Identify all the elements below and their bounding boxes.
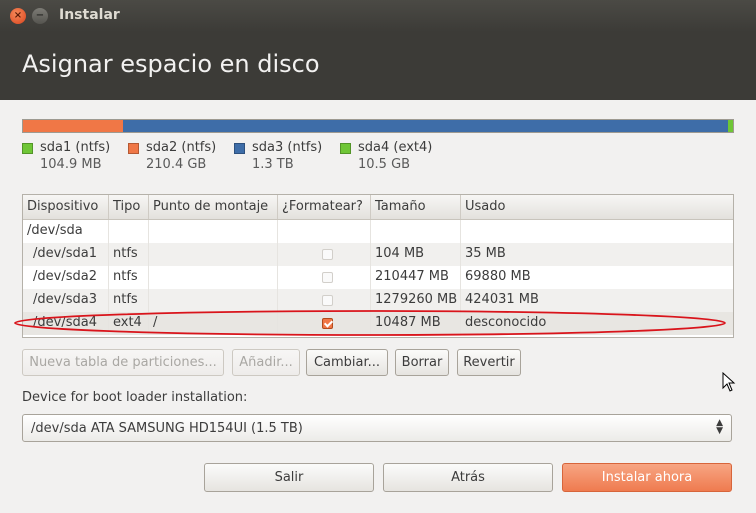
- cell-format: [278, 243, 371, 266]
- cell-format: [278, 266, 371, 289]
- legend-swatch: [234, 143, 245, 154]
- column-header-mount[interactable]: Punto de montaje: [149, 195, 278, 219]
- cell-device: /dev/sda3: [23, 289, 109, 312]
- revert-button[interactable]: Revertir: [457, 349, 521, 376]
- column-header-format[interactable]: ¿Formatear?: [278, 195, 371, 219]
- cell-mount: [149, 266, 278, 289]
- cell-size: 104 MB: [371, 243, 461, 266]
- partition-segment-sda4: [728, 120, 733, 132]
- legend-name: sda1 (ntfs): [40, 140, 111, 155]
- cell-type: ntfs: [109, 243, 149, 266]
- arrow-down-icon: ▼: [716, 426, 723, 436]
- cell-device: /dev/sda2: [23, 266, 109, 289]
- table-row[interactable]: /dev/sda3 ntfs 1279260 MB 424031 MB: [23, 289, 733, 312]
- column-header-device[interactable]: Dispositivo: [23, 195, 109, 219]
- cell-size: [371, 220, 461, 243]
- window-titlebar: × − Instalar: [0, 0, 756, 32]
- cell-used: desconocido: [465, 315, 547, 330]
- cell-used: 69880 MB: [465, 269, 531, 284]
- legend-size: 104.9 MB: [40, 157, 102, 172]
- partition-table: Dispositivo Tipo Punto de montaje ¿Forma…: [22, 194, 734, 338]
- legend-name: sda3 (ntfs): [252, 140, 323, 155]
- cell-mount: [149, 243, 278, 266]
- partition-bar: [22, 119, 734, 133]
- bootloader-device-select[interactable]: /dev/sda ATA SAMSUNG HD154UI (1.5 TB) ▲ …: [22, 414, 732, 442]
- minimize-window-icon[interactable]: −: [32, 8, 48, 24]
- delete-partition-button[interactable]: Borrar: [395, 349, 449, 376]
- cell-format: [278, 312, 371, 335]
- cell-size: 10487 MB: [371, 312, 461, 335]
- window-title: Instalar: [59, 7, 120, 23]
- page-header: Asignar espacio en disco: [0, 32, 756, 100]
- legend-swatch: [22, 143, 33, 154]
- cell-device: /dev/sda4: [23, 312, 109, 335]
- table-row[interactable]: /dev/sda1 ntfs 104 MB 35 MB: [23, 243, 733, 266]
- partition-segment-sda2: [23, 120, 124, 132]
- table-header: Dispositivo Tipo Punto de montaje ¿Forma…: [23, 195, 733, 220]
- back-button[interactable]: Atrás: [383, 463, 553, 492]
- cell-size: 210447 MB: [371, 266, 461, 289]
- cell-used: 424031 MB: [465, 292, 539, 307]
- bootloader-selected-value: /dev/sda ATA SAMSUNG HD154UI (1.5 TB): [31, 421, 303, 436]
- column-header-type[interactable]: Tipo: [109, 195, 149, 219]
- legend-size: 10.5 GB: [358, 157, 411, 172]
- cell-format: [278, 289, 371, 312]
- table-row[interactable]: /dev/sda: [23, 220, 733, 243]
- format-checkbox[interactable]: [322, 295, 333, 306]
- cell-device: /dev/sda: [23, 220, 109, 243]
- main-content: sda1 (ntfs) 104.9 MB sda2 (ntfs) 210.4 G…: [0, 100, 756, 513]
- legend-size: 210.4 GB: [146, 157, 207, 172]
- column-header-size[interactable]: Tamaño: [371, 195, 461, 219]
- format-checkbox-checked[interactable]: [322, 318, 333, 329]
- cell-type: ntfs: [109, 289, 149, 312]
- change-partition-button[interactable]: Cambiar...: [306, 349, 388, 376]
- legend-swatch: [128, 143, 139, 154]
- cell-used: [461, 220, 733, 243]
- format-checkbox[interactable]: [322, 272, 333, 283]
- quit-button[interactable]: Salir: [204, 463, 374, 492]
- bootloader-label: Device for boot loader installation:: [22, 390, 248, 405]
- column-header-used[interactable]: Usado: [461, 195, 733, 219]
- table-row[interactable]: /dev/sda2 ntfs 210447 MB 69880 MB: [23, 266, 733, 289]
- legend-swatch: [340, 143, 351, 154]
- page-title: Asignar espacio en disco: [22, 50, 320, 78]
- legend-size: 1.3 TB: [252, 157, 294, 172]
- combo-arrows-icon: ▲ ▼: [716, 419, 723, 436]
- cell-mount: [149, 289, 278, 312]
- legend-name: sda4 (ext4): [358, 140, 433, 155]
- cell-used: 35 MB: [465, 246, 506, 261]
- format-checkbox[interactable]: [322, 249, 333, 260]
- cell-type: ntfs: [109, 266, 149, 289]
- new-partition-table-button[interactable]: Nueva tabla de particiones...: [22, 349, 224, 376]
- install-now-button[interactable]: Instalar ahora: [562, 463, 732, 492]
- cell-type: ext4: [109, 312, 149, 335]
- mouse-pointer-icon: [722, 372, 736, 392]
- cell-size: 1279260 MB: [371, 289, 461, 312]
- cell-type: [109, 220, 149, 243]
- close-window-icon[interactable]: ×: [10, 8, 26, 24]
- table-row-selected[interactable]: /dev/sda4 ext4 / 10487 MB desconocido: [23, 312, 733, 335]
- cell-mount: /: [149, 312, 278, 335]
- partition-segment-sda3: [123, 120, 729, 132]
- add-partition-button[interactable]: Añadir...: [232, 349, 300, 376]
- cell-device: /dev/sda1: [23, 243, 109, 266]
- cell-format: [278, 220, 371, 243]
- legend-name: sda2 (ntfs): [146, 140, 217, 155]
- cell-mount: [149, 220, 278, 243]
